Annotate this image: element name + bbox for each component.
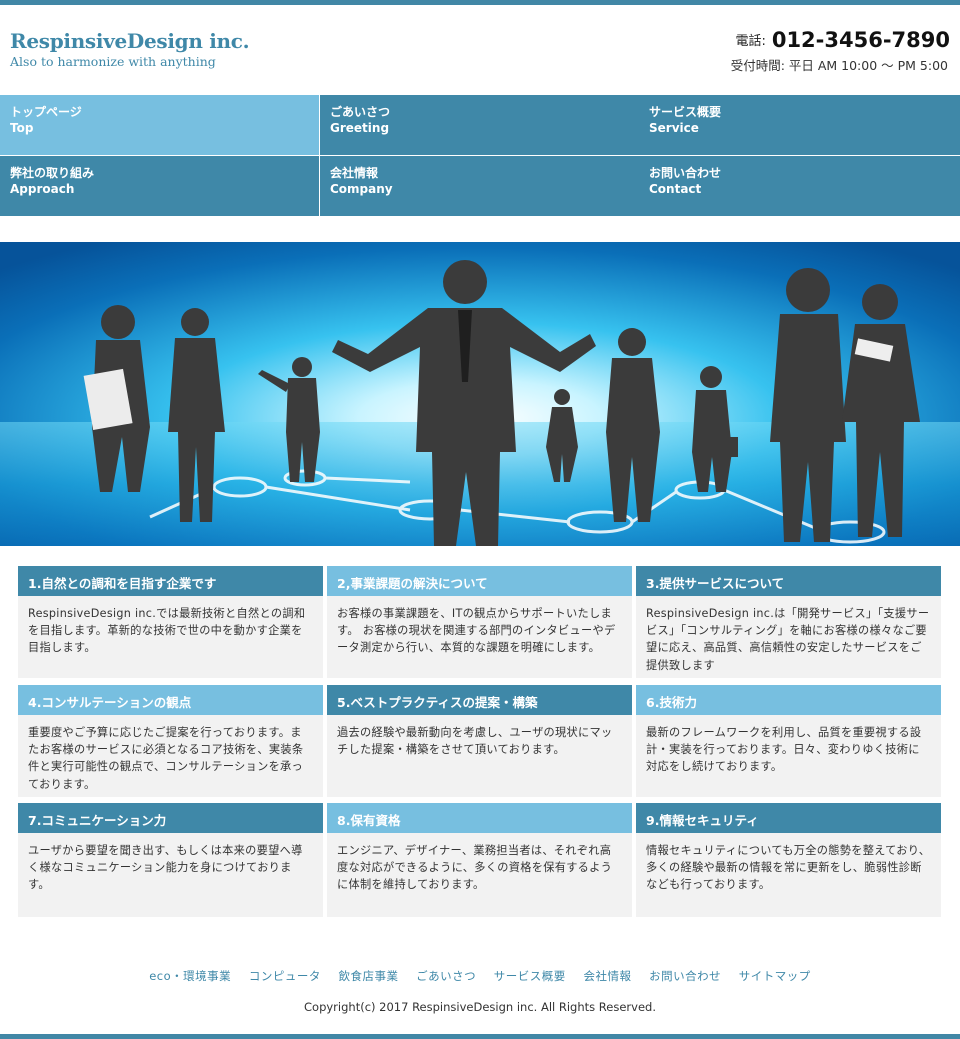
footer-link-computer[interactable]: コンピュータ [249,969,321,983]
feature-box: 1.自然との調和を目指す企業です RespinsiveDesign inc.では… [18,566,323,678]
feature-title: 1.自然との調和を目指す企業です [18,566,323,596]
feature-text: エンジニア、デザイナー、業務担当者は、それぞれ高度な対応ができるように、多くの資… [337,844,613,892]
nav-label-en: Top [10,121,34,135]
feature-title: 2,事業課題の解決について [327,566,632,596]
feature-text: ユーザから要望を聞き出す、もしくは本来の要望へ導く様なコミュニケーション能力を身… [28,844,303,892]
nav-item-company[interactable]: 会社情報 Company [320,156,639,216]
nav-label-en: Contact [649,182,702,196]
feature-title: 5.ベストプラクティスの提案・構築 [327,685,632,715]
phone-number[interactable]: 012-3456-7890 [772,28,950,52]
nav-label-ja: トップページ [10,105,82,119]
hero-illustration [0,242,960,546]
nav-item-top[interactable]: トップページ Top [0,95,319,155]
feature-title: 4.コンサルテーションの観点 [18,685,323,715]
feature-box: 8.保有資格 エンジニア、デザイナー、業務担当者は、それぞれ高度な対応ができるよ… [327,803,632,917]
feature-box: 6.技術力 最新のフレームワークを利用し、品質を重要視する設計・実装を行っており… [636,685,941,797]
feature-box: 9.情報セキュリティ 情報セキュリティについても万全の態勢を整えており、多くの経… [636,803,941,917]
nav-label-ja: 弊社の取り組み [10,166,95,180]
feature-box: 7.コミュニケーション力 ユーザから要望を聞き出す、もしくは本来の要望へ導く様な… [18,803,323,917]
site-header: RespinsiveDesign inc. Also to harmonize … [0,5,960,95]
feature-text: お客様の事業課題を、ITの観点からサポートいたします。 お客様の現状を関連する部… [337,607,616,655]
nav-label-en: Company [330,182,393,196]
footer-link-company[interactable]: 会社情報 [583,969,631,983]
nav-item-contact[interactable]: お問い合わせ Contact [639,156,960,216]
nav-label-ja: お問い合わせ [649,166,722,180]
footer-nav: eco・環境事業 コンピュータ 飲食店事業 ごあいさつ サービス概要 会社情報 … [0,968,960,984]
footer-link-restaurant[interactable]: 飲食店事業 [338,969,398,983]
footer-link-eco[interactable]: eco・環境事業 [149,969,231,983]
feature-box: 4.コンサルテーションの観点 重要度やご予算に応じたご提案を行っております。また… [18,685,323,797]
bottom-accent-bar [0,1034,960,1039]
feature-title: 9.情報セキュリティ [636,803,941,833]
site-tagline: Also to harmonize with anything [10,54,216,69]
business-hours: 受付時間: 平日 AM 10:00 〜 PM 5:00 [730,58,948,73]
feature-text: RespinsiveDesign inc.は「開発サービス」「支援サービス」「コ… [646,607,930,672]
nav-label-ja: サービス概要 [649,105,722,119]
nav-item-greeting[interactable]: ごあいさつ Greeting [320,95,639,155]
nav-label-en: Service [649,121,699,135]
footer-link-contact[interactable]: お問い合わせ [649,969,721,983]
nav-label-en: Approach [10,182,75,196]
feature-title: 7.コミュニケーション力 [18,803,323,833]
feature-text: 情報セキュリティについても万全の態勢を整えており、多くの経験や最新の情報を常に更… [646,844,931,892]
feature-title: 8.保有資格 [327,803,632,833]
footer-link-service[interactable]: サービス概要 [494,969,566,983]
footer-link-sitemap[interactable]: サイトマップ [739,969,811,983]
site-logo[interactable]: RespinsiveDesign inc. [10,29,250,53]
feature-box: 5.ベストプラクティスの提案・構築 過去の経験や最新動向を考慮し、ユーザの現状に… [327,685,632,797]
feature-text: 重要度やご予算に応じたご提案を行っております。またお客様のサービスに必須となるコ… [28,726,304,791]
footer-link-greeting[interactable]: ごあいさつ [416,969,476,983]
nav-item-approach[interactable]: 弊社の取り組み Approach [0,156,319,216]
feature-box: 3.提供サービスについて RespinsiveDesign inc.は「開発サー… [636,566,941,678]
hero-image [0,242,960,546]
phone-label: 電話: [735,34,766,49]
feature-box: 2,事業課題の解決について お客様の事業課題を、ITの観点からサポートいたします… [327,566,632,678]
copyright: Copyright(c) 2017 RespinsiveDesign inc. … [304,1000,656,1014]
feature-title: 6.技術力 [636,685,941,715]
feature-text: 最新のフレームワークを利用し、品質を重要視する設計・実装を行っております。日々、… [646,726,922,774]
nav-label-ja: ごあいさつ [330,105,391,119]
main-nav: トップページ Top ごあいさつ Greeting サービス概要 Service… [0,95,960,216]
nav-label-ja: 会社情報 [330,166,379,180]
site-footer: eco・環境事業 コンピュータ 飲食店事業 ごあいさつ サービス概要 会社情報 … [0,968,960,1014]
feature-text: RespinsiveDesign inc.では最新技術と自然との調和を目指します… [28,607,306,655]
nav-label-en: Greeting [330,121,390,135]
phone-contact: 電話: 012-3456-7890 [735,28,950,52]
feature-title: 3.提供サービスについて [636,566,941,596]
feature-text: 過去の経験や最新動向を考慮し、ユーザの現状にマッチした提案・構築をさせて頂いてお… [337,726,613,757]
nav-item-service[interactable]: サービス概要 Service [639,95,960,155]
